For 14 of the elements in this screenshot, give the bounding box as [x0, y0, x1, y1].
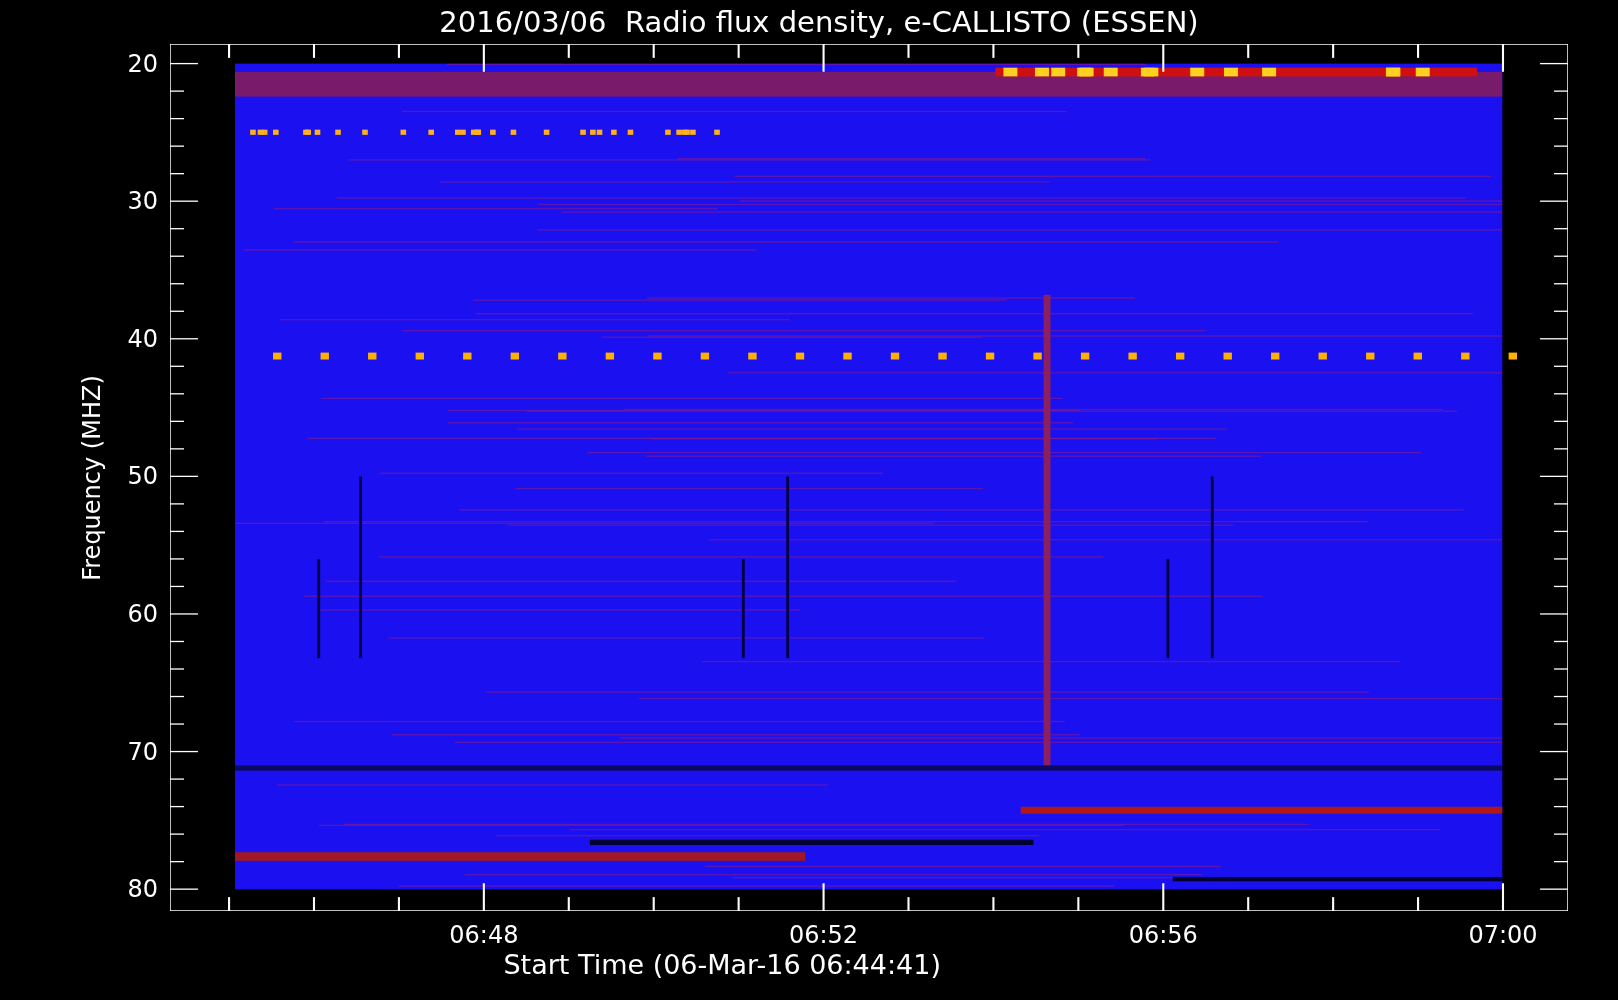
y-tick-label: 40	[127, 324, 158, 353]
y-tick-label: 50	[127, 462, 158, 491]
x-tick-label: 06:52	[789, 921, 859, 949]
chart-title: 2016/03/06 Radio flux density, e-CALLISTO (ESSEN)	[439, 5, 1199, 39]
y-tick-label: 20	[127, 49, 158, 78]
x-axis-label: Start Time (06-Mar-16 06:44:41)	[503, 949, 941, 980]
x-tick-label: 06:48	[449, 921, 519, 949]
y-axis-label: Frequency (MHZ)	[78, 374, 106, 581]
y-tick-label: 70	[127, 737, 158, 766]
x-tick-label: 06:56	[1128, 921, 1198, 949]
y-tick-label: 60	[127, 599, 158, 628]
y-tick-label: 80	[127, 875, 158, 904]
x-tick-label: 07:00	[1468, 921, 1538, 949]
y-tick-label: 30	[127, 187, 158, 216]
